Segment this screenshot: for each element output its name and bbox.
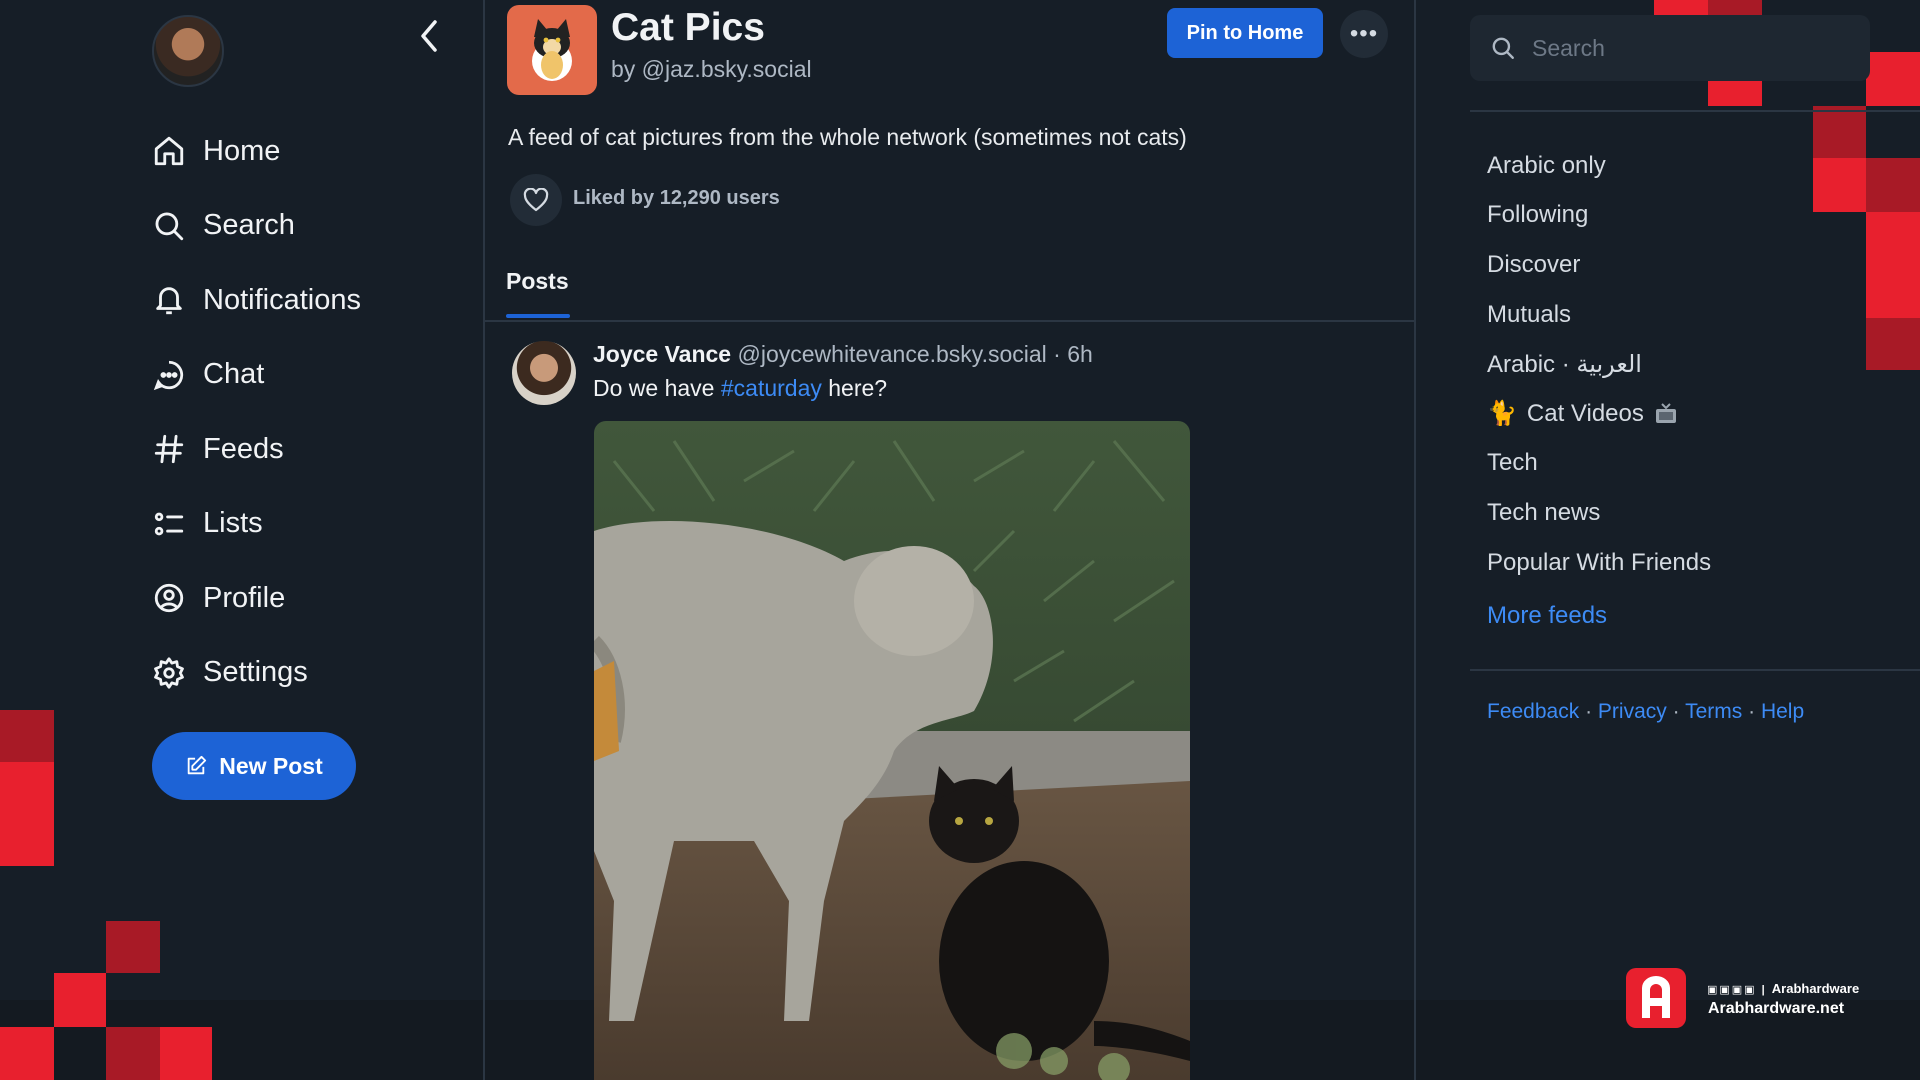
- post-text-after: here?: [821, 375, 888, 401]
- tv-icon: [1655, 403, 1676, 423]
- nav-notifications-label: Notifications: [203, 283, 361, 316]
- cat-and-cow-statue-photo: [594, 421, 1190, 1080]
- nav-search[interactable]: Search: [152, 189, 361, 264]
- feed-link-tech[interactable]: Tech: [1487, 439, 1711, 489]
- nav-profile[interactable]: Profile: [152, 561, 361, 636]
- new-post-button[interactable]: New Post: [152, 732, 356, 800]
- brand-site: Arabhardware.net: [1708, 1000, 1845, 1017]
- more-feeds-link[interactable]: More feeds: [1487, 591, 1711, 641]
- feed-creator[interactable]: by @jaz.bsky.social: [611, 56, 812, 83]
- left-divider: [483, 0, 485, 1080]
- feed-description: A feed of cat pictures from the whole ne…: [508, 124, 1187, 150]
- nav-feeds[interactable]: Feeds: [152, 412, 361, 487]
- arabhardware-logo: [1626, 968, 1686, 1028]
- bell-icon: [156, 287, 182, 315]
- feed-link-mutuals[interactable]: Mutuals: [1487, 290, 1711, 340]
- profile-icon: [154, 584, 184, 613]
- post-header: Joyce Vance @joycewhitevance.bsky.social…: [593, 341, 1093, 368]
- nav-home-label: Home: [203, 134, 281, 167]
- heart-icon: [523, 188, 549, 212]
- footer-separator: ·: [1748, 700, 1756, 723]
- post-text: Do we have #caturday here?: [593, 375, 887, 402]
- feed-link-following[interactable]: Following: [1487, 191, 1711, 241]
- post-time[interactable]: · 6h: [1053, 341, 1093, 367]
- liked-by-count[interactable]: Liked by 12,290 users: [573, 187, 780, 210]
- post-image[interactable]: [594, 421, 1190, 1080]
- hash-icon: [154, 435, 184, 464]
- nav-chat[interactable]: Chat: [152, 338, 361, 413]
- compose-icon: [187, 755, 207, 775]
- ellipsis-icon: •••: [1349, 20, 1379, 47]
- search-divider: [1470, 110, 1920, 112]
- feed-link-tech-news[interactable]: Tech news: [1487, 488, 1711, 538]
- feed-link-cat-videos-label: Cat Videos: [1526, 399, 1644, 427]
- more-options-button[interactable]: •••: [1340, 10, 1388, 58]
- help-link[interactable]: Help: [1761, 700, 1804, 723]
- cat-icon: [532, 19, 572, 81]
- social-handle: ▣▣▣▣ | Arabhardware: [1707, 981, 1859, 996]
- footer-separator: ·: [1672, 700, 1680, 723]
- main-nav: Home Search Notifications Chat Feeds Lis…: [152, 114, 361, 710]
- feed-avatar: [507, 5, 597, 95]
- search-icon: [1492, 37, 1514, 59]
- nav-profile-label: Profile: [203, 581, 286, 614]
- brand-social-name: Arabhardware: [1771, 981, 1860, 996]
- hashtag-link[interactable]: #caturday: [721, 375, 822, 401]
- nav-lists-label: Lists: [203, 507, 263, 540]
- nav-lists[interactable]: Lists: [152, 487, 361, 562]
- feed-link-arabic[interactable]: Arabic · العربية: [1487, 339, 1711, 389]
- chevron-left-icon: [421, 20, 437, 52]
- footer-separator: ·: [1585, 700, 1593, 723]
- social-icons: ▣▣▣▣ |: [1707, 984, 1772, 996]
- nav-home[interactable]: Home: [152, 114, 361, 189]
- list-icon: [154, 512, 184, 536]
- nav-notifications[interactable]: Notifications: [152, 263, 361, 338]
- post-author-handle[interactable]: @joycewhitevance.bsky.social: [738, 341, 1047, 367]
- nav-settings-label: Settings: [203, 656, 308, 689]
- nav-settings[interactable]: Settings: [152, 636, 361, 711]
- search-icon: [155, 212, 184, 240]
- saved-feeds-list: Arabic only Following Discover Mutuals A…: [1487, 141, 1711, 641]
- post-text-before: Do we have: [593, 375, 721, 401]
- nav-chat-label: Chat: [203, 358, 265, 391]
- privacy-link[interactable]: Privacy: [1598, 700, 1667, 723]
- home-icon: [154, 137, 184, 166]
- chat-icon: [153, 360, 184, 390]
- tabs-divider: [485, 320, 1414, 322]
- terms-link[interactable]: Terms: [1685, 700, 1742, 723]
- post-author-avatar[interactable]: [512, 341, 576, 405]
- post-author-name[interactable]: Joyce Vance: [593, 341, 731, 367]
- right-divider: [1414, 0, 1416, 1080]
- cat-emoji: 🐈: [1487, 400, 1517, 428]
- search-box[interactable]: [1470, 15, 1870, 81]
- arabhardware-logo-mark: [1642, 976, 1670, 1018]
- tab-active-indicator: [506, 314, 570, 318]
- user-avatar[interactable]: [152, 15, 224, 87]
- pin-to-home-button[interactable]: Pin to Home: [1167, 8, 1323, 58]
- feed-link-arabic-only[interactable]: Arabic only: [1487, 141, 1711, 191]
- nav-feeds-label: Feeds: [203, 432, 284, 465]
- search-input[interactable]: [1530, 33, 1834, 63]
- footer-links: Feedback · Privacy · Terms · Help: [1487, 700, 1804, 724]
- feed-title: Cat Pics: [611, 6, 765, 49]
- gear-icon: [154, 657, 184, 689]
- feed-link-popular-with-friends[interactable]: Popular With Friends: [1487, 538, 1711, 588]
- feed-link-cat-videos[interactable]: 🐈 Cat Videos: [1487, 389, 1711, 439]
- collapse-sidebar-button[interactable]: [414, 16, 444, 56]
- new-post-label: New Post: [219, 752, 323, 779]
- feeds-divider: [1470, 669, 1920, 671]
- tab-posts[interactable]: Posts: [506, 268, 569, 295]
- feed-link-discover[interactable]: Discover: [1487, 240, 1711, 290]
- nav-search-label: Search: [203, 209, 295, 242]
- feedback-link[interactable]: Feedback: [1487, 700, 1579, 723]
- like-feed-button[interactable]: [510, 174, 562, 226]
